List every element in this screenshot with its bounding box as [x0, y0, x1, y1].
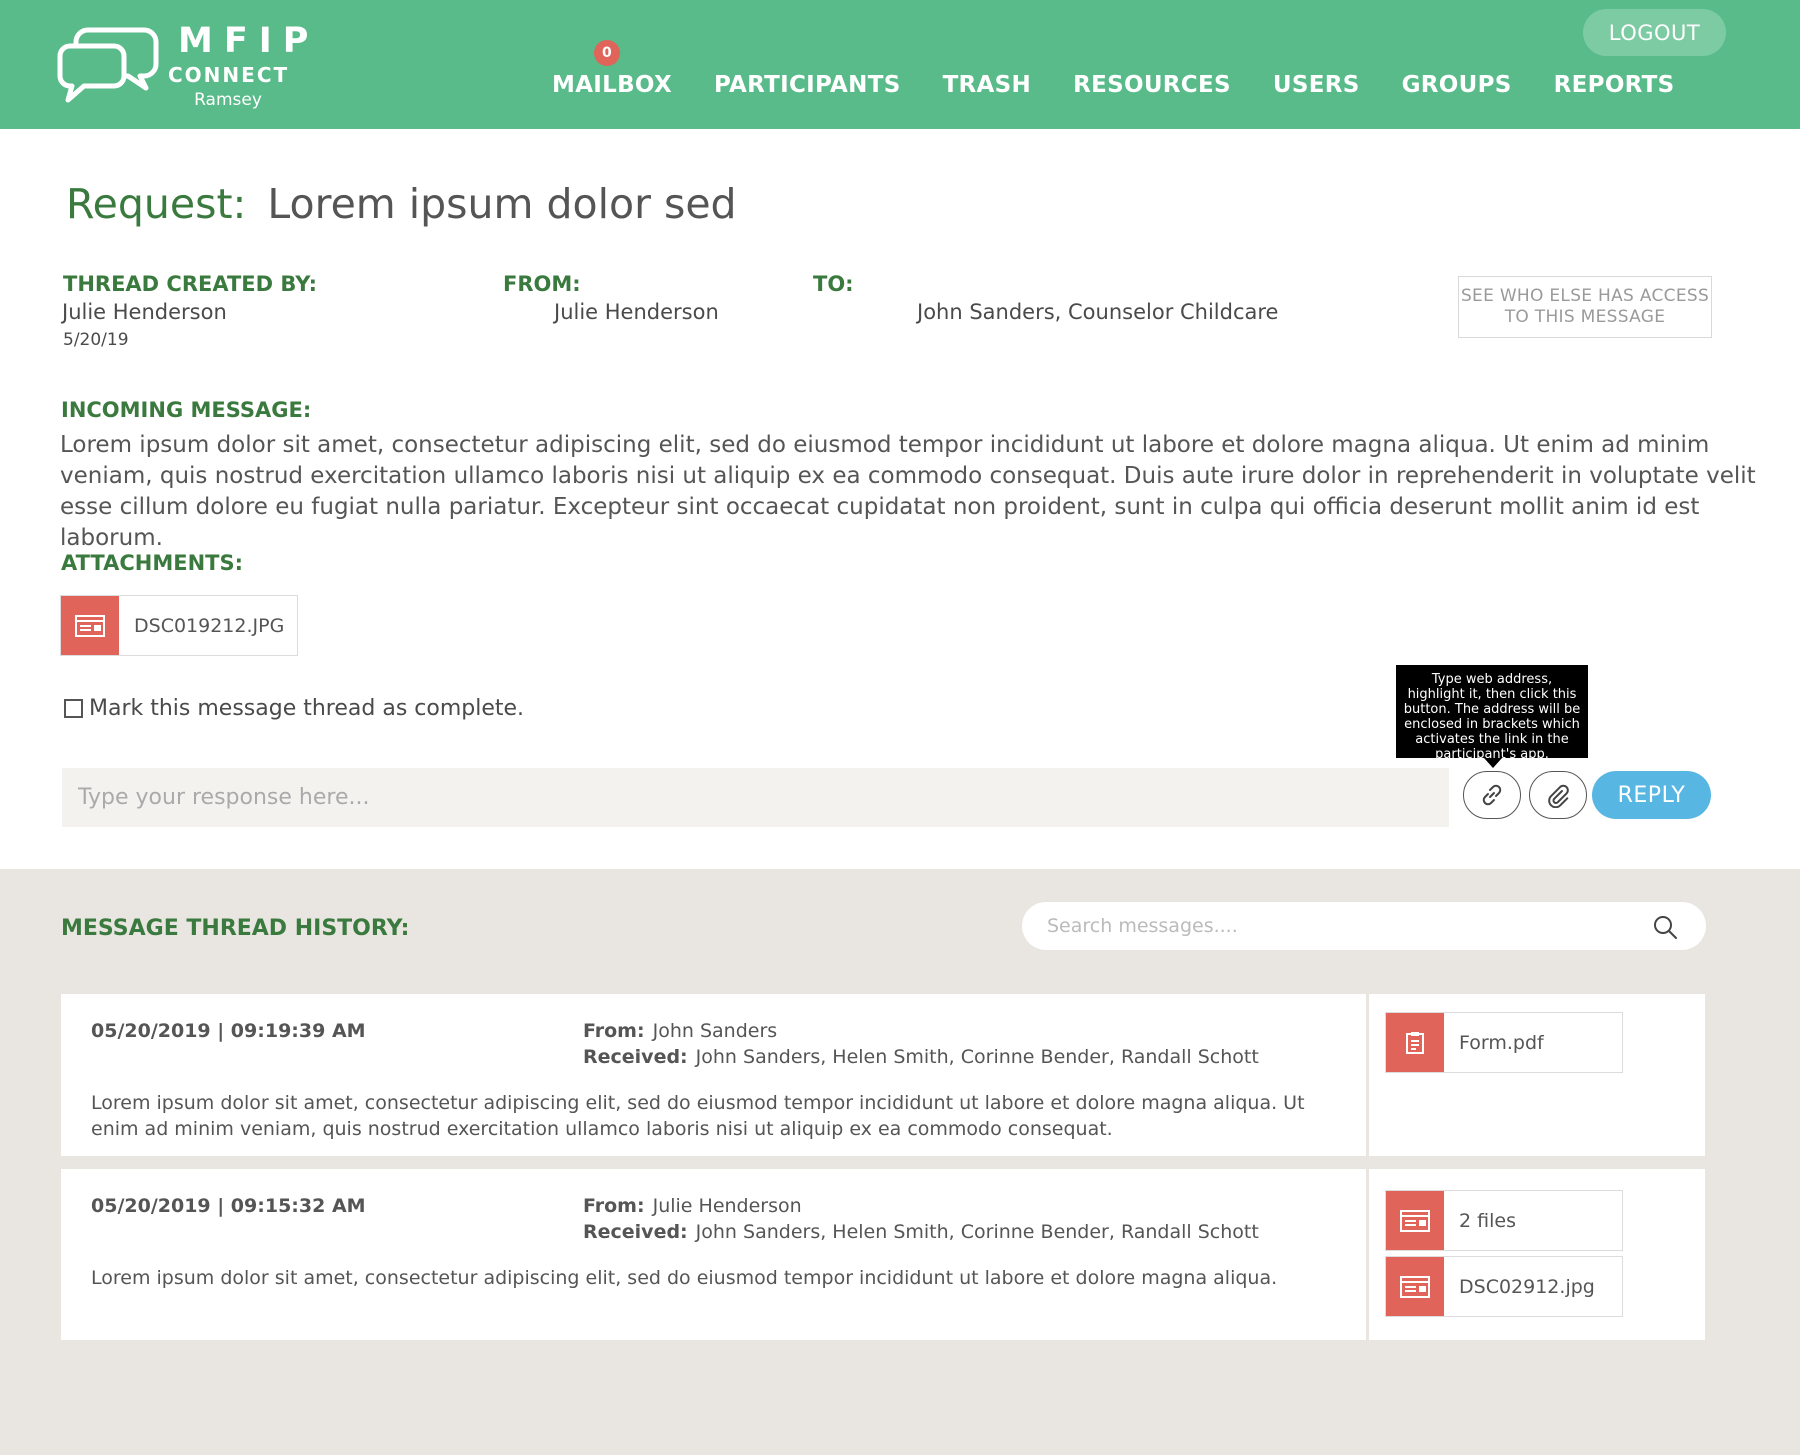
- insert-link-button[interactable]: [1463, 771, 1521, 819]
- main-nav: 0 MAILBOX PARTICIPANTS TRASH RESOURCES U…: [552, 40, 1717, 98]
- received-line-value: John Sanders, Helen Smith, Corinne Bende…: [695, 1046, 1259, 1068]
- from-line-label: From:: [583, 1020, 645, 1042]
- reply-button[interactable]: REPLY: [1592, 771, 1711, 819]
- search-input[interactable]: [1022, 915, 1622, 937]
- history-title: MESSAGE THREAD HISTORY:: [61, 916, 410, 941]
- complete-checkbox[interactable]: [64, 699, 83, 718]
- link-icon: [1482, 784, 1502, 806]
- request-subject: Lorem ipsum dolor sed: [267, 180, 737, 228]
- incoming-message-label: INCOMING MESSAGE:: [61, 398, 312, 422]
- attachment-item[interactable]: DSC02912.jpg: [1385, 1256, 1623, 1317]
- message-received: Received: John Sanders, Helen Smith, Cori…: [583, 1046, 1259, 1068]
- clipboard-icon: [1386, 1013, 1444, 1072]
- logout-button[interactable]: LOGOUT: [1583, 9, 1726, 56]
- to-label: TO:: [813, 272, 854, 296]
- nav-mailbox[interactable]: 0 MAILBOX: [552, 40, 672, 98]
- history-row-main: 05/20/2019 | 09:15:32 AM From: Julie Hend…: [61, 1169, 1363, 1340]
- thread-history-section: MESSAGE THREAD HISTORY: 05/20/2019 | 09:…: [0, 869, 1800, 1455]
- history-row[interactable]: 05/20/2019 | 09:15:32 AM From: Julie Hend…: [61, 1169, 1705, 1340]
- message-body: Lorem ipsum dolor sit amet, consectetur …: [91, 1267, 1278, 1289]
- paperclip-icon: [1548, 784, 1569, 808]
- attachment-item[interactable]: Form.pdf: [1385, 1012, 1623, 1073]
- nav-groups[interactable]: GROUPS: [1402, 72, 1512, 98]
- created-by-value: Julie Henderson: [62, 300, 227, 324]
- see-access-button[interactable]: SEE WHO ELSE HAS ACCESS TO THIS MESSAGE: [1458, 276, 1712, 338]
- page-title: Request: Lorem ipsum dolor sed: [66, 180, 737, 228]
- speech-bubbles-icon: [57, 27, 159, 103]
- attachments-label: ATTACHMENTS:: [61, 551, 244, 575]
- nav-trash[interactable]: TRASH: [943, 72, 1032, 98]
- brand-title: MFIP: [178, 21, 320, 61]
- attachment-name: DSC019212.JPG: [134, 614, 285, 637]
- nav-participants[interactable]: PARTICIPANTS: [714, 72, 901, 98]
- from-line-value: Julie Henderson: [652, 1195, 802, 1217]
- response-input[interactable]: [62, 768, 1449, 827]
- to-value: John Sanders, Counselor Childcare: [917, 300, 1279, 324]
- nav-resources[interactable]: RESOURCES: [1073, 72, 1231, 98]
- received-line-label: Received:: [583, 1221, 688, 1243]
- image-card-icon: [61, 596, 119, 655]
- attachment-item[interactable]: DSC019212.JPG: [60, 595, 298, 656]
- search-bar: [1022, 902, 1706, 950]
- nav-users[interactable]: USERS: [1273, 72, 1360, 98]
- message-from: From: Julie Henderson: [583, 1195, 802, 1217]
- mailbox-badge: 0: [594, 40, 620, 66]
- created-by-label: THREAD CREATED BY:: [63, 272, 318, 296]
- attachment-item[interactable]: 2 files: [1385, 1190, 1623, 1251]
- history-row-main: 05/20/2019 | 09:19:39 AM From: John Sande…: [61, 994, 1363, 1156]
- created-date: 5/20/19: [63, 330, 129, 350]
- complete-label: Mark this message thread as complete.: [89, 696, 525, 721]
- message-timestamp: 05/20/2019 | 09:19:39 AM: [91, 1020, 366, 1042]
- message-body: Lorem ipsum dolor sit amet, consectetur …: [91, 1092, 1305, 1140]
- link-tooltip: Type web address, highlight it, then cli…: [1396, 665, 1588, 768]
- history-row-attachments: Form.pdf: [1366, 994, 1705, 1156]
- message-timestamp: 05/20/2019 | 09:15:32 AM: [91, 1195, 366, 1217]
- attach-file-button[interactable]: [1529, 771, 1587, 819]
- brand: MFIP CONNECT Ramsey: [168, 20, 320, 112]
- incoming-message-body: Lorem ipsum dolor sit amet, consectetur …: [60, 432, 1756, 551]
- search-icon[interactable]: [1652, 914, 1678, 940]
- nav-reports[interactable]: REPORTS: [1554, 72, 1675, 98]
- brand-subtitle: CONNECT: [168, 63, 290, 87]
- attachment-name: DSC02912.jpg: [1459, 1275, 1595, 1298]
- nav-mailbox-label: MAILBOX: [552, 72, 672, 98]
- attachment-name: Form.pdf: [1459, 1031, 1544, 1054]
- image-card-icon: [1386, 1257, 1444, 1316]
- from-value: Julie Henderson: [554, 300, 719, 324]
- history-row-attachments: 2 files DSC02912.jpg: [1366, 1169, 1705, 1340]
- request-label: Request:: [66, 180, 247, 228]
- top-header: MFIP CONNECT Ramsey 0 MAILBOX PARTICIPAN…: [0, 0, 1800, 129]
- received-line-value: John Sanders, Helen Smith, Corinne Bende…: [695, 1221, 1259, 1243]
- brand-county: Ramsey: [194, 90, 262, 110]
- message-received: Received: John Sanders, Helen Smith, Cori…: [583, 1221, 1259, 1243]
- message-from: From: John Sanders: [583, 1020, 777, 1042]
- from-label: FROM:: [503, 272, 581, 296]
- history-row[interactable]: 05/20/2019 | 09:19:39 AM From: John Sande…: [61, 994, 1705, 1156]
- from-line-value: John Sanders: [652, 1020, 778, 1042]
- image-card-icon: [1386, 1191, 1444, 1250]
- attachment-name: 2 files: [1459, 1209, 1516, 1232]
- from-line-label: From:: [583, 1195, 645, 1217]
- mark-complete[interactable]: Mark this message thread as complete.: [64, 696, 524, 721]
- received-line-label: Received:: [583, 1046, 688, 1068]
